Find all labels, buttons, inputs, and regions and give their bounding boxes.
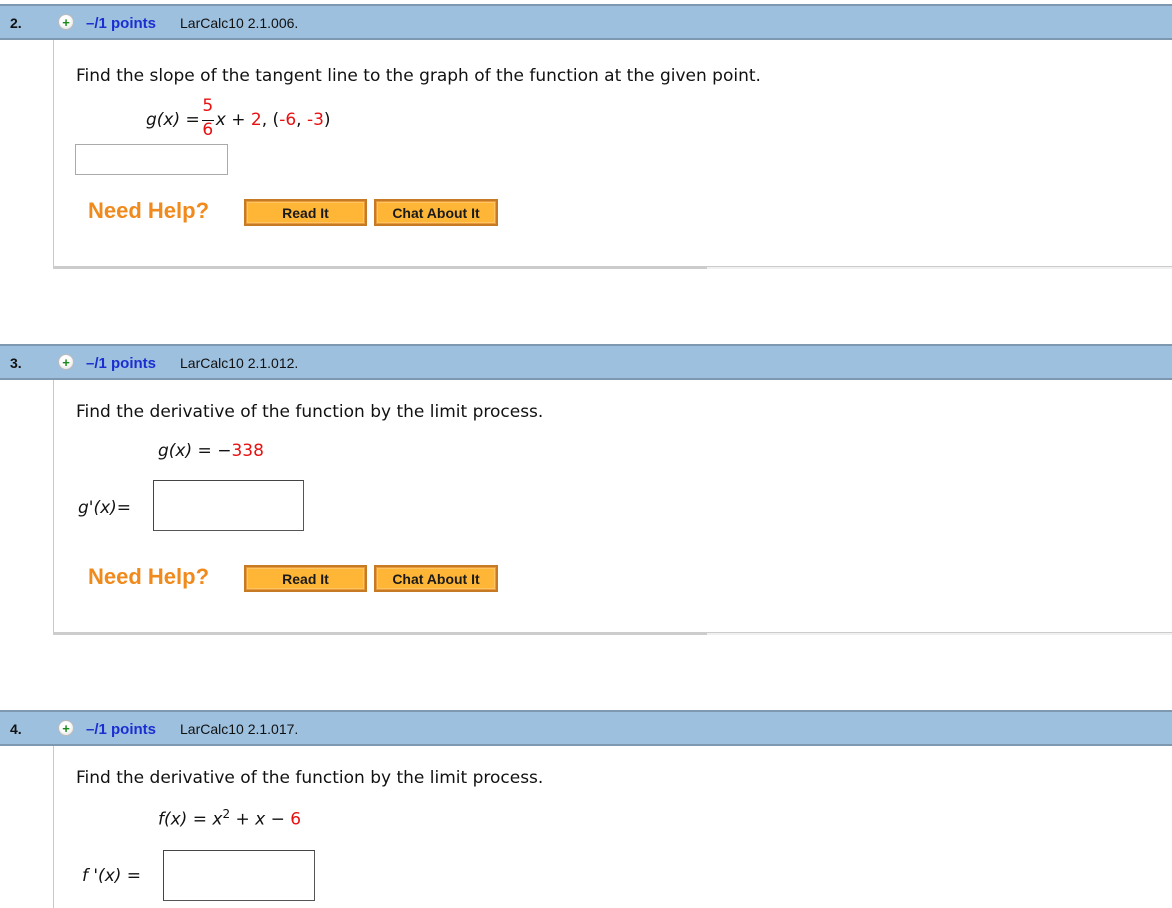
minus-sign: −	[217, 441, 232, 461]
question-number: 4.	[10, 721, 22, 737]
question-reference: LarCalc10 2.1.006.	[180, 15, 299, 31]
chat-about-it-button[interactable]: Chat About It	[374, 199, 498, 226]
plus-circle-icon[interactable]: +	[58, 354, 74, 370]
answer-input[interactable]	[154, 481, 303, 530]
question-prompt: Find the slope of the tangent line to th…	[76, 66, 761, 86]
separator: ,	[261, 110, 268, 130]
point-x: -6	[279, 110, 297, 130]
equals-sign: =	[185, 110, 200, 130]
question-reference: LarCalc10 2.1.012.	[180, 355, 299, 371]
equals-sign: =	[192, 809, 207, 830]
plus-circle-icon[interactable]: +	[58, 720, 74, 736]
point-y: -3	[306, 110, 324, 130]
plus-sign: +	[231, 110, 246, 130]
answer-label: g'(x)=	[78, 498, 131, 518]
question-2: 2. + –/1 points LarCalc10 2.1.006. Find …	[0, 4, 1172, 269]
points-link[interactable]: –/1 points	[86, 721, 156, 738]
answer-label: f '(x) =	[82, 866, 141, 886]
question-body: Find the derivative of the function by t…	[53, 380, 1172, 632]
question-prompt: Find the derivative of the function by t…	[76, 768, 544, 788]
answer-box[interactable]	[153, 480, 304, 531]
question-4: 4. + –/1 points LarCalc10 2.1.017. Find …	[0, 710, 1172, 908]
points-link[interactable]: –/1 points	[86, 355, 156, 372]
points-link[interactable]: –/1 points	[86, 15, 156, 32]
question-header: 2. + –/1 points LarCalc10 2.1.006.	[0, 4, 1172, 40]
function-lhs: g(x)	[146, 110, 181, 130]
point-close: )	[323, 110, 331, 130]
question-divider	[53, 632, 1172, 635]
question-prompt: Find the derivative of the function by t…	[76, 402, 544, 422]
point-comma: ,	[296, 110, 302, 130]
function-var: x	[255, 809, 266, 830]
exponent: 2	[222, 807, 231, 821]
function-lhs: g(x)	[158, 441, 193, 461]
chat-about-it-button[interactable]: Chat About It	[374, 565, 498, 592]
answer-label-text: g'(x)=	[78, 498, 132, 518]
function-lhs: f(x)	[158, 809, 188, 830]
function-expression: g(x) = 5 6 x + 2, (-6, -3)	[146, 96, 331, 140]
answer-box[interactable]	[163, 850, 315, 901]
plus-sign: +	[235, 809, 250, 830]
read-it-button[interactable]: Read It	[244, 565, 367, 592]
answer-input[interactable]	[164, 851, 314, 900]
question-number: 2.	[10, 15, 22, 31]
question-body: Find the derivative of the function by t…	[53, 746, 1172, 908]
question-reference: LarCalc10 2.1.017.	[180, 721, 299, 737]
answer-label-text: f '(x) =	[82, 866, 142, 886]
function-expression: f(x) = x2 + x − 6	[158, 807, 301, 830]
question-body: Find the slope of the tangent line to th…	[53, 40, 1172, 266]
fraction: 56	[201, 96, 215, 140]
function-var: x	[215, 110, 226, 130]
function-expression: g(x) = −338	[158, 441, 264, 461]
function-constant: 6	[290, 809, 302, 830]
read-it-button[interactable]: Read It	[244, 199, 367, 226]
question-number: 3.	[10, 355, 22, 371]
minus-sign: −	[270, 809, 285, 830]
function-constant: 338	[231, 441, 264, 461]
plus-circle-icon[interactable]: +	[58, 14, 74, 30]
function-constant: 2	[250, 110, 262, 130]
need-help-label: Need Help?	[88, 198, 210, 223]
answer-input[interactable]	[76, 145, 227, 174]
function-base: x	[212, 809, 223, 830]
equals-sign: =	[197, 441, 212, 461]
need-help-label: Need Help?	[88, 564, 210, 589]
answer-box[interactable]	[75, 144, 228, 175]
question-header: 3. + –/1 points LarCalc10 2.1.012.	[0, 344, 1172, 380]
fraction-numerator: 5	[202, 96, 214, 116]
question-3: 3. + –/1 points LarCalc10 2.1.012. Find …	[0, 344, 1172, 635]
question-header: 4. + –/1 points LarCalc10 2.1.017.	[0, 710, 1172, 746]
fraction-denominator: 6	[202, 120, 214, 140]
question-divider	[53, 266, 1172, 269]
